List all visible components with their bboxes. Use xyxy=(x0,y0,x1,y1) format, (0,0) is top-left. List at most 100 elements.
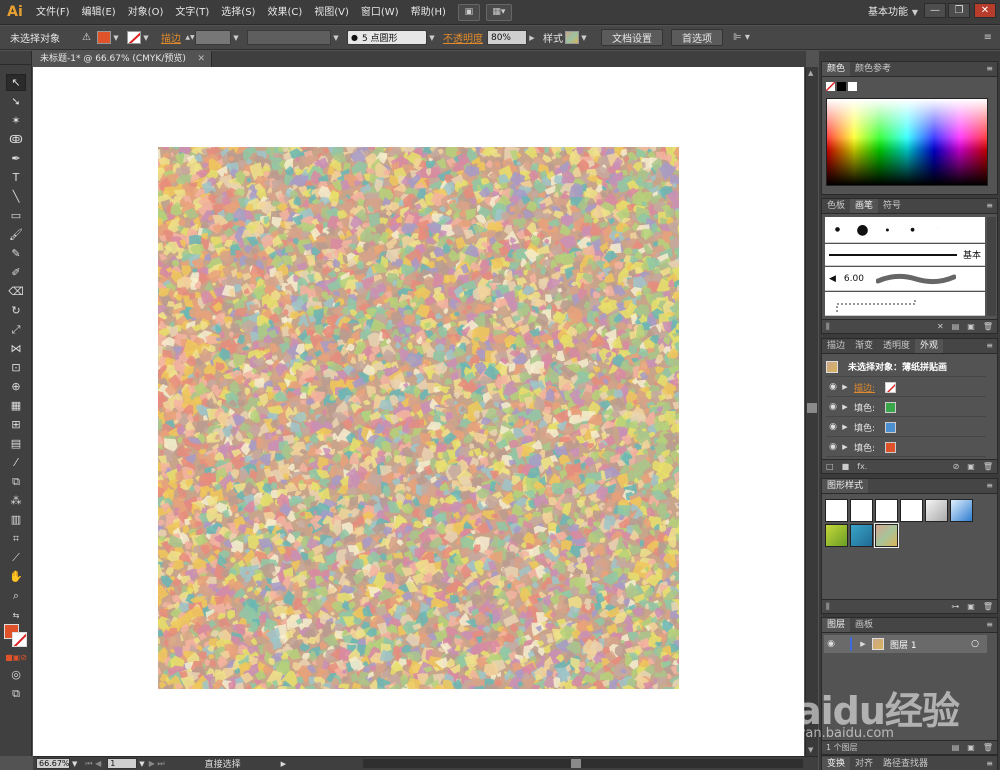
chevron-down-icon[interactable]: ▼ xyxy=(231,31,241,45)
fill-color-control[interactable]: ▼ xyxy=(96,31,121,45)
minimize-button[interactable]: — xyxy=(924,3,946,18)
stroke-weight-stepper[interactable]: ▲▼ ▼ xyxy=(185,30,241,45)
scroll-down-icon[interactable]: ▼ xyxy=(808,746,813,754)
brush-dot-icon[interactable]: ● xyxy=(850,222,875,238)
tab-symbols[interactable]: 符号 xyxy=(878,199,906,213)
draw-mode-icon[interactable]: ◎ xyxy=(6,666,26,683)
add-stroke-icon[interactable]: □ xyxy=(826,462,834,471)
tissue-paper-collage-artwork[interactable] xyxy=(158,147,679,689)
profile-field[interactable] xyxy=(246,30,331,45)
pen-tool-icon[interactable]: ✒ xyxy=(6,150,26,167)
break-link-icon[interactable]: ⊶ xyxy=(951,602,959,611)
tab-pathfinder[interactable]: 路径查找器 xyxy=(878,757,933,770)
expand-triangle-icon[interactable]: ▶ xyxy=(858,640,868,648)
brush-dot-icon[interactable]: ● xyxy=(900,227,925,233)
menu-view[interactable]: 视图(V) xyxy=(308,0,355,25)
delete-icon[interactable]: 🗑 xyxy=(983,462,993,471)
panel-menu-icon[interactable]: ≡ xyxy=(986,199,993,213)
new-style-icon[interactable]: ▣ xyxy=(967,602,975,611)
options-icon[interactable]: ▤ xyxy=(952,322,960,331)
chevron-down-icon[interactable]: ▼ xyxy=(141,31,151,45)
status-menu-icon[interactable]: ▶ xyxy=(281,760,286,768)
eye-icon[interactable]: ◉ xyxy=(824,639,838,649)
tab-transform[interactable]: 变换 xyxy=(822,757,851,770)
graphic-style-gray-bevel[interactable] xyxy=(925,499,948,522)
panel-menu-icon[interactable]: ≡ xyxy=(986,62,993,76)
expand-triangle-icon[interactable]: ▶ xyxy=(840,423,850,431)
menu-select[interactable]: 选择(S) xyxy=(215,0,261,25)
tab-transparency[interactable]: 透明度 xyxy=(878,339,915,353)
fill-chip-green[interactable] xyxy=(885,401,897,413)
tab-gradient[interactable]: 渐变 xyxy=(850,339,878,353)
art-brush-row[interactable]: ◀ 6.00 xyxy=(825,267,985,291)
brushes-scrollbar[interactable] xyxy=(987,217,996,316)
clear-appearance-icon[interactable]: ⊘ xyxy=(953,462,960,471)
swap-colors-icon[interactable]: ⇆ xyxy=(6,607,26,624)
panel-menu-icon[interactable]: ≡ xyxy=(986,339,993,353)
perspective-grid-tool-icon[interactable]: ▦ xyxy=(6,397,26,414)
expand-triangle-icon[interactable]: ▶ xyxy=(840,403,850,411)
opacity-input[interactable]: 80% xyxy=(486,30,527,45)
rotate-tool-icon[interactable]: ↻ xyxy=(6,302,26,319)
document-setup-button[interactable]: 文档设置 xyxy=(600,29,663,46)
width-tool-icon[interactable]: ⋈ xyxy=(6,340,26,357)
chevron-down-icon[interactable]: ▼ xyxy=(72,760,77,768)
new-sublayer-icon[interactable]: ▤ xyxy=(952,743,960,752)
graphic-style-default[interactable] xyxy=(825,499,848,522)
tab-brushes[interactable]: 画笔 xyxy=(850,199,879,213)
delete-icon[interactable]: 🗑 xyxy=(983,602,993,611)
tab-align[interactable]: 对齐 xyxy=(850,757,878,770)
menu-effect[interactable]: 效果(C) xyxy=(261,0,308,25)
type-tool-icon[interactable]: T xyxy=(6,169,26,186)
chevron-down-icon[interactable]: ▶ xyxy=(527,31,537,45)
brush-dot-icon[interactable]: ● xyxy=(825,226,850,233)
style-library-icon[interactable]: ⫼ xyxy=(826,602,830,612)
eye-icon[interactable]: ◉ xyxy=(826,422,840,432)
brush-library-icon[interactable]: ⫼ xyxy=(826,322,830,332)
stroke-color-box[interactable] xyxy=(12,632,27,647)
graphic-style-tissue-collage[interactable] xyxy=(874,523,899,548)
brush-dot-icon[interactable]: ● xyxy=(875,227,900,232)
mesh-tool-icon[interactable]: ⊞ xyxy=(6,416,26,433)
chevron-down-icon[interactable]: ▼ xyxy=(579,31,589,45)
duplicate-item-icon[interactable]: ▣ xyxy=(967,462,975,471)
graphic-style-white[interactable] xyxy=(875,499,898,522)
expand-triangle-icon[interactable]: ▶ xyxy=(840,443,850,451)
chevron-down-icon[interactable]: ▼ xyxy=(331,31,341,45)
target-icon[interactable]: ○ xyxy=(971,639,979,649)
artboard-canvas[interactable] xyxy=(33,67,804,756)
tab-color[interactable]: 颜色 xyxy=(822,62,851,76)
stroke-color-control[interactable]: ▼ xyxy=(126,31,151,45)
gradient-tool-icon[interactable]: ▤ xyxy=(6,435,26,452)
line-tool-icon[interactable]: ╲ xyxy=(6,188,26,205)
brush-dot-icon[interactable]: · xyxy=(925,226,950,233)
style-swatch[interactable] xyxy=(564,31,579,44)
graphic-style-picker[interactable]: ▼ xyxy=(564,31,589,45)
workspace-switcher[interactable]: 基本功能 xyxy=(868,0,908,25)
appearance-row-stroke[interactable]: ◉ ▶ 描边: xyxy=(826,378,986,397)
chevron-down-icon[interactable]: ▼ xyxy=(912,0,918,25)
add-fill-icon[interactable]: ■ xyxy=(842,462,850,471)
menu-window[interactable]: 窗口(W) xyxy=(355,0,405,25)
close-icon[interactable]: ✕ xyxy=(197,51,205,67)
lasso-tool-icon[interactable]: ↂ xyxy=(6,131,26,148)
variable-width-profile[interactable]: ▼ xyxy=(246,30,341,45)
stroke-weight-input[interactable] xyxy=(194,30,231,45)
paintbrush-tool-icon[interactable]: 🖌 xyxy=(6,226,26,243)
selection-tool-icon[interactable]: ↖ xyxy=(6,74,26,91)
graphic-style-blue-bevel[interactable] xyxy=(950,499,973,522)
symbol-sprayer-tool-icon[interactable]: ⁂ xyxy=(6,492,26,509)
eye-icon[interactable]: ◉ xyxy=(826,382,840,392)
stroke-label[interactable]: 描边 xyxy=(161,30,181,45)
panel-menu-icon[interactable]: ≡ xyxy=(984,32,992,43)
magic-wand-tool-icon[interactable]: ✶ xyxy=(6,112,26,129)
opacity-control[interactable]: 80% ▶ xyxy=(486,30,537,45)
panel-grip[interactable] xyxy=(0,51,31,65)
menu-edit[interactable]: 编辑(E) xyxy=(76,0,122,25)
restore-button[interactable]: ❐ xyxy=(948,3,970,18)
appearance-row-fill[interactable]: ◉ ▶ 填色: xyxy=(826,438,986,457)
fill-swatch[interactable] xyxy=(96,31,111,44)
artboard-number-field[interactable]: 1 xyxy=(107,758,138,769)
basic-brush-row[interactable]: 基本 xyxy=(825,244,985,266)
chevron-down-icon[interactable]: ▼ xyxy=(139,760,144,768)
